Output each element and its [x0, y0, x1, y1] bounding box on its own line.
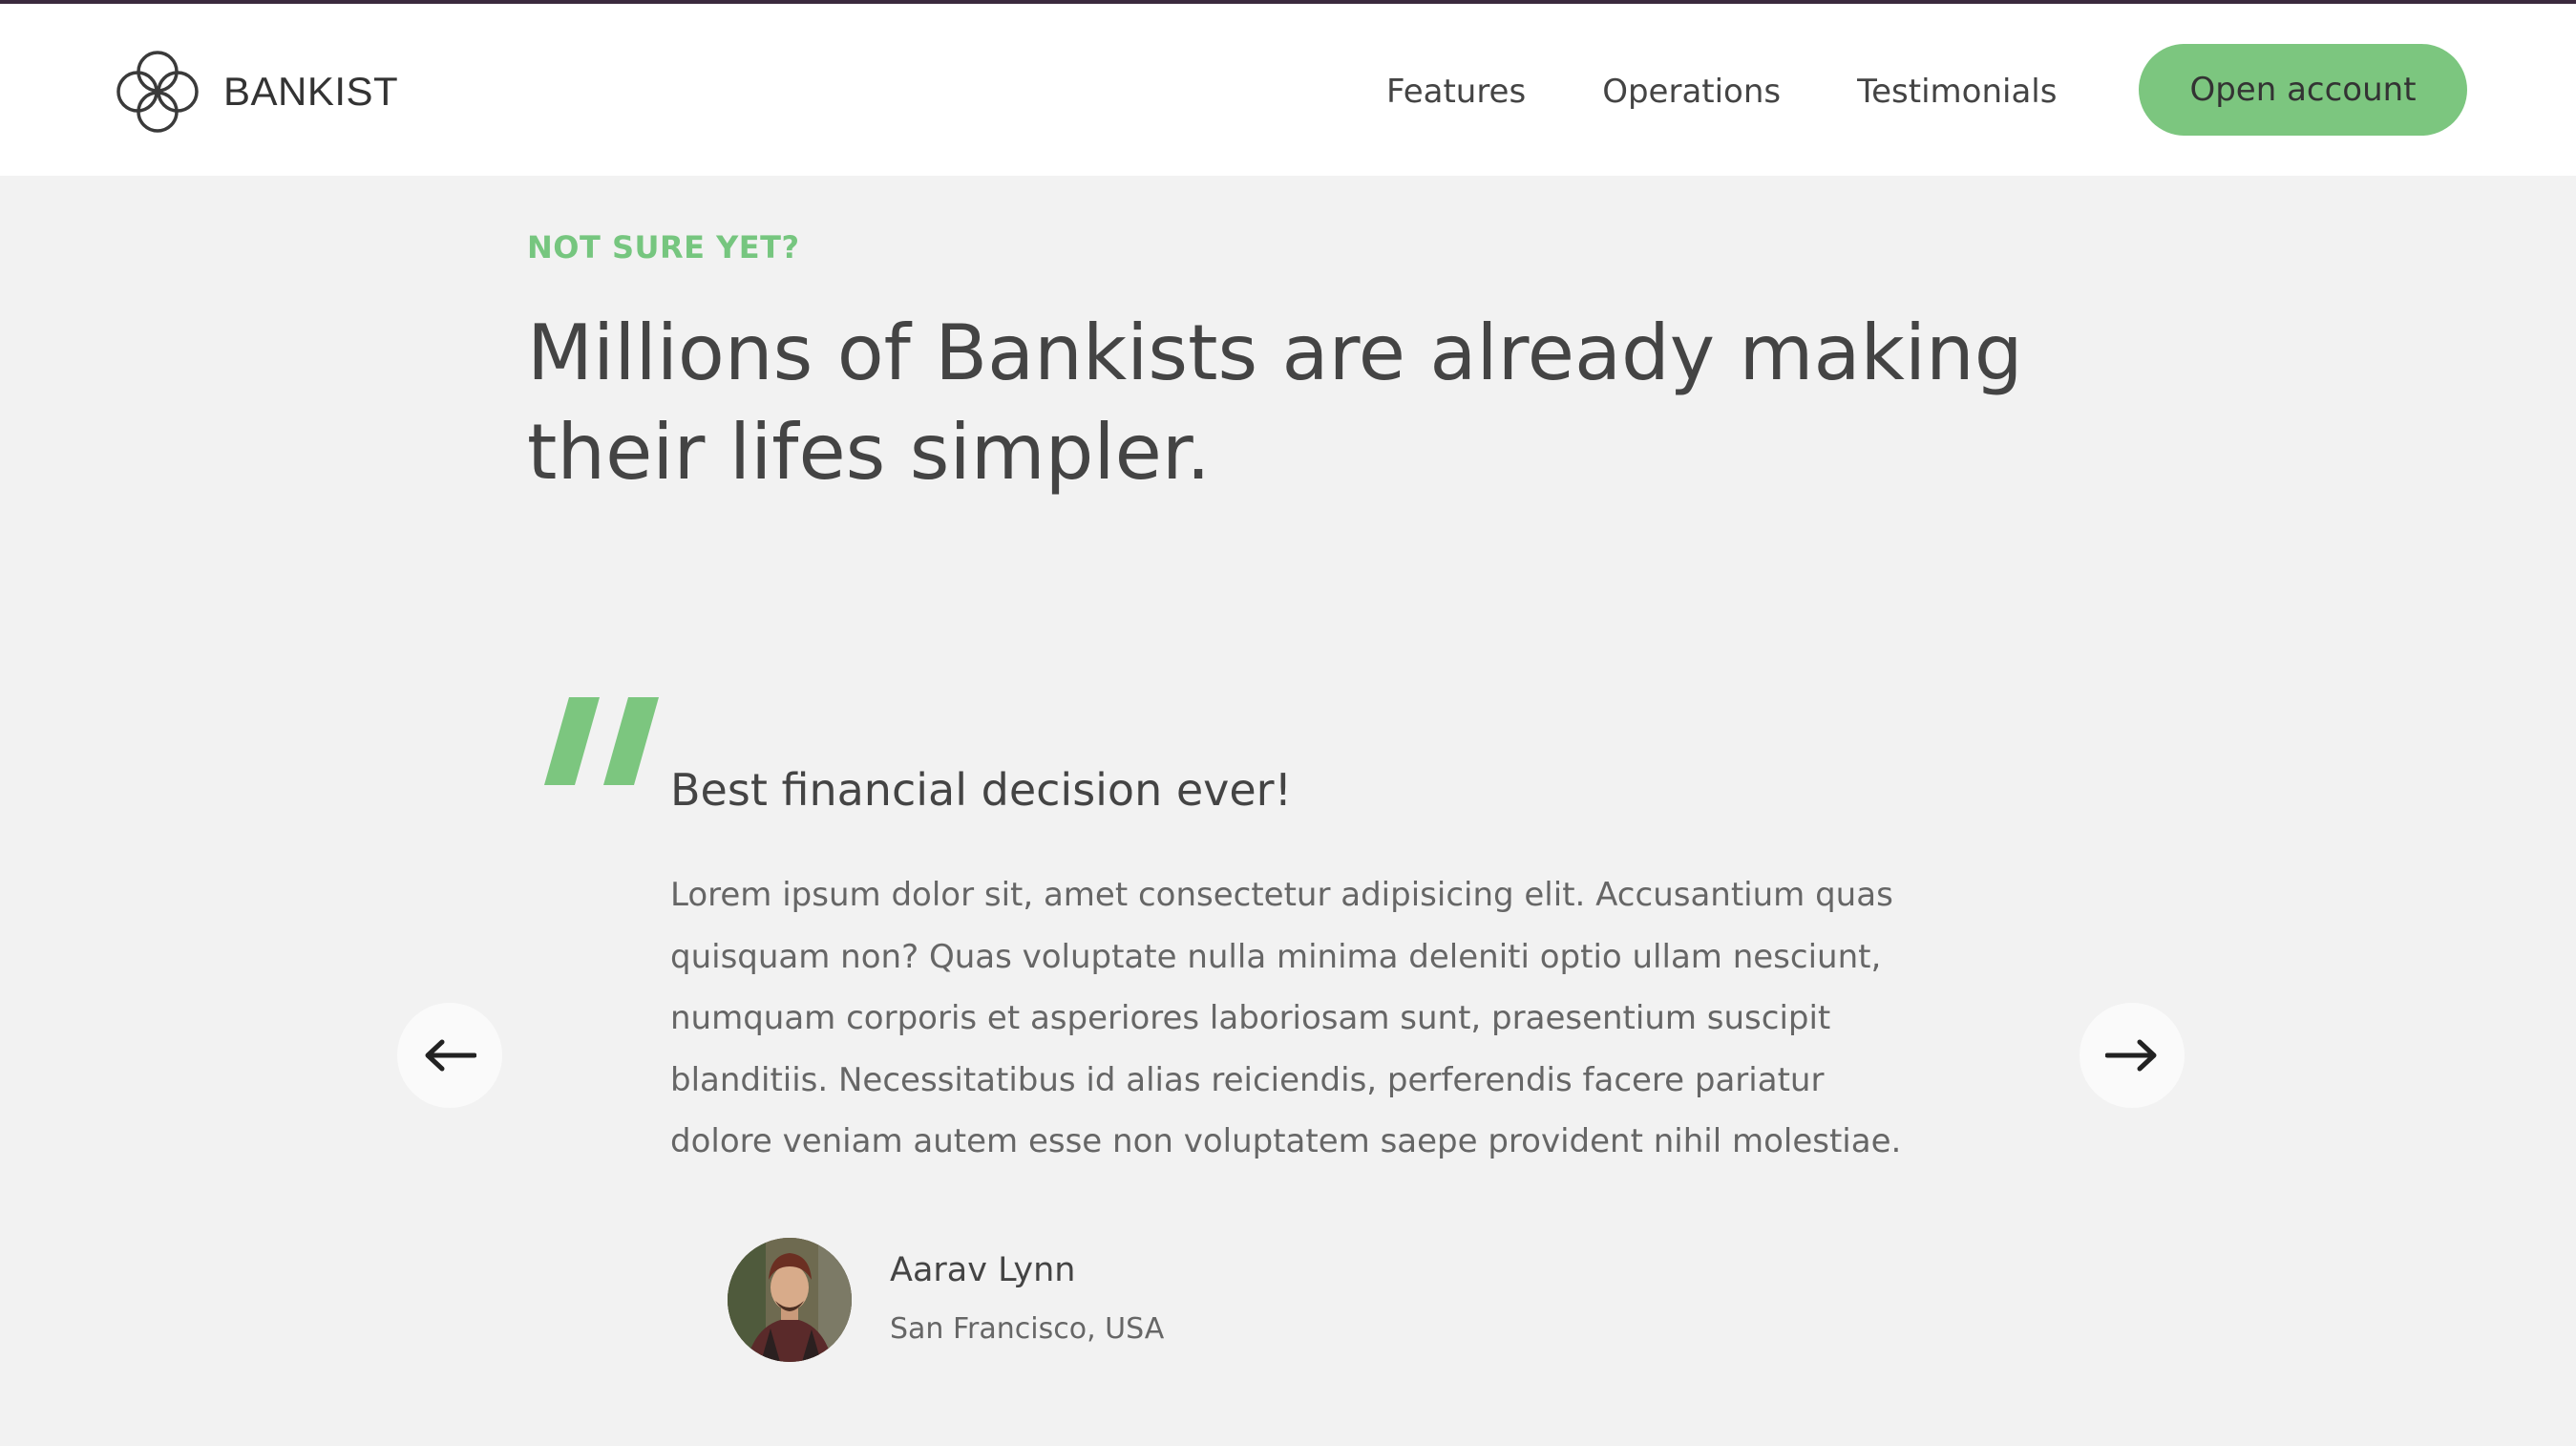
- author-name: Aarav Lynn: [890, 1251, 1076, 1289]
- section-eyebrow: NOT SURE YET?: [527, 229, 800, 266]
- navbar: BANKIST Features Operations Testimonials…: [0, 4, 2576, 176]
- brand-name: BANKIST: [223, 69, 399, 114]
- logo[interactable]: BANKIST: [113, 46, 398, 138]
- arrow-right-icon: [2105, 1039, 2157, 1072]
- testimonial-title: Best financial decision ever!: [670, 764, 1293, 816]
- slider-prev-button[interactable]: [397, 1003, 502, 1108]
- nav-links: Features Operations Testimonials: [1386, 46, 2057, 138]
- author-location: San Francisco, USA: [890, 1312, 1165, 1346]
- nav-link-operations[interactable]: Operations: [1602, 73, 1781, 111]
- avatar: [728, 1238, 852, 1362]
- nav-link-features[interactable]: Features: [1386, 73, 1526, 111]
- four-loop-knot-icon: [116, 51, 199, 133]
- testimonial-text: Lorem ipsum dolor sit, amet consectetur …: [670, 876, 1902, 1160]
- section-headline: Millions of Bankists are already making …: [527, 308, 2023, 497]
- arrow-left-icon: [425, 1039, 476, 1072]
- slider-next-button[interactable]: [2080, 1003, 2185, 1108]
- open-account-button[interactable]: Open account: [2139, 44, 2467, 136]
- nav-link-testimonials[interactable]: Testimonials: [1857, 73, 2057, 111]
- quote-mark-icon: [544, 697, 661, 785]
